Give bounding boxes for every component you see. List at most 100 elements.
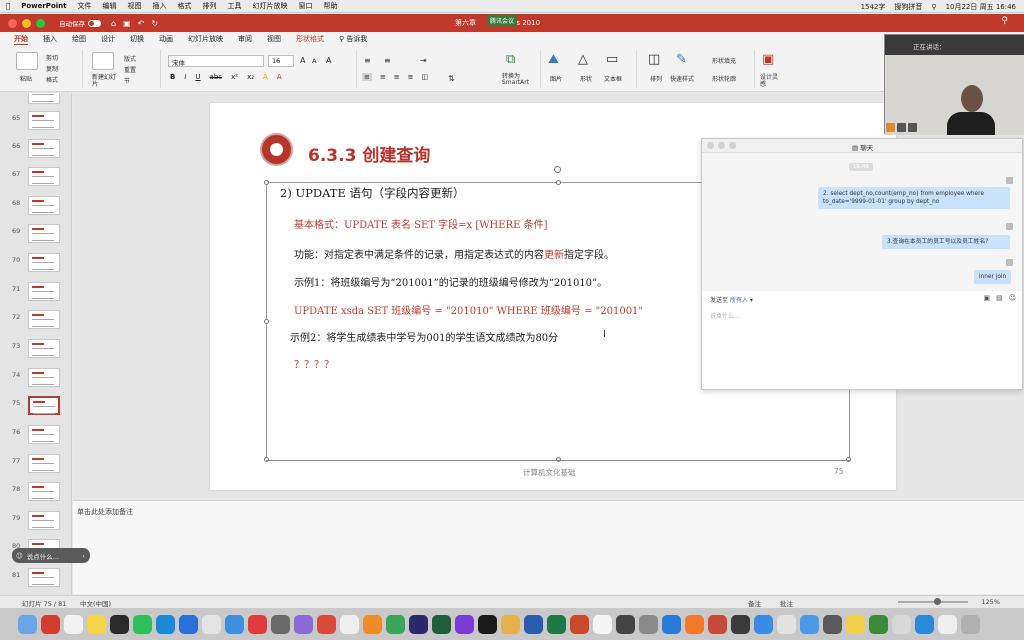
app-icon[interactable] xyxy=(639,614,658,634)
resize-handle[interactable] xyxy=(556,180,561,185)
chevron-left-icon[interactable]: ‹ xyxy=(82,552,85,560)
redo-icon[interactable]: ↻ xyxy=(151,19,158,28)
thumbnail-77[interactable]: 77 xyxy=(0,454,71,478)
app-icon[interactable] xyxy=(915,614,934,634)
notes-placeholder[interactable]: 单击此处添加备注 xyxy=(77,507,133,517)
home-icon[interactable]: ⌂ xyxy=(111,19,116,28)
subscript-button[interactable]: x₂ xyxy=(247,73,254,81)
input-method[interactable]: 搜狗拼音 xyxy=(894,2,922,12)
copy-button[interactable]: 复制 xyxy=(46,64,58,73)
indent-icon[interactable]: ⇥ xyxy=(420,56,427,65)
align-left-icon[interactable]: ≡ xyxy=(362,73,372,81)
app-icon[interactable] xyxy=(593,614,612,634)
tab-draw[interactable]: 绘图 xyxy=(72,34,86,44)
app-icon[interactable] xyxy=(501,614,520,634)
menu-file[interactable]: 文件 xyxy=(77,1,91,11)
minimize-window-button[interactable] xyxy=(22,18,31,28)
zoom-level[interactable]: 125% xyxy=(981,598,1000,606)
font-size-select[interactable]: 16 xyxy=(268,55,294,67)
justify-icon[interactable]: ≡ xyxy=(408,73,414,81)
chat-messages[interactable]: 16:45 2. select dept_no,count(emp_no) fr… xyxy=(702,153,1022,291)
minimize-chat-button[interactable] xyxy=(718,142,725,149)
close-chat-button[interactable] xyxy=(707,142,714,149)
powerpoint-icon[interactable] xyxy=(570,614,589,634)
camera-icon[interactable] xyxy=(908,123,917,132)
comment-pill[interactable]: ☺ 说点什么... ‹ xyxy=(12,548,90,563)
shape-outline-button[interactable]: 形状轮廓 xyxy=(712,74,736,83)
menu-view[interactable]: 视图 xyxy=(127,1,141,11)
notes-icon[interactable] xyxy=(87,614,106,634)
chrome-icon[interactable] xyxy=(202,614,221,634)
align-center-icon[interactable]: ≡ xyxy=(380,73,386,81)
typora-icon[interactable] xyxy=(340,614,359,634)
send-to-selector[interactable]: 发送至 所有人 ▾ xyxy=(710,295,753,304)
browser-icon[interactable] xyxy=(179,614,198,634)
microphone-icon[interactable] xyxy=(897,123,906,132)
thumbnail-66[interactable]: 66 xyxy=(0,139,71,163)
smartart-icon[interactable]: ⧉ xyxy=(506,52,515,67)
notes-pane[interactable]: 单击此处添加备注 xyxy=(73,500,1024,594)
menu-format[interactable]: 格式 xyxy=(177,1,191,11)
app-icon[interactable] xyxy=(754,614,773,634)
calendar-icon[interactable] xyxy=(64,614,83,634)
pycharm-icon[interactable] xyxy=(432,614,451,634)
tab-home[interactable]: 开始 xyxy=(14,34,28,45)
smiley-icon[interactable]: ☺ xyxy=(16,552,23,560)
paste-button[interactable] xyxy=(16,52,38,70)
tencent-meeting-icon[interactable] xyxy=(156,614,175,634)
clock[interactable]: 10月22日 周五 16:46 xyxy=(946,2,1016,12)
tab-animations[interactable]: 动画 xyxy=(159,34,173,44)
bold-button[interactable]: B xyxy=(170,73,175,81)
font-size-up-button[interactable]: A xyxy=(300,56,305,65)
thumbnail-79[interactable]: 79 xyxy=(0,511,71,535)
trash-icon[interactable] xyxy=(961,614,980,634)
font-size-down-button[interactable]: A xyxy=(312,57,316,65)
quick-styles-icon[interactable]: ✎ xyxy=(676,52,687,67)
close-window-button[interactable] xyxy=(8,18,17,28)
screenshot-icon[interactable]: ▣ xyxy=(983,294,990,302)
app-icon[interactable] xyxy=(616,614,635,634)
wechat-icon[interactable] xyxy=(133,614,152,634)
app-menu[interactable]: PowerPoint xyxy=(21,2,66,10)
tab-transitions[interactable]: 切换 xyxy=(130,34,144,44)
comments-toggle[interactable]: 批注 xyxy=(780,598,793,608)
thumbnail-75-current[interactable]: 75 xyxy=(0,396,71,420)
clear-format-button[interactable]: A xyxy=(326,56,331,65)
zoom-chat-button[interactable] xyxy=(729,142,736,149)
chat-window[interactable]: ▤ 聊天 16:45 2. select dept_no,count(emp_n… xyxy=(701,138,1023,390)
thumbnail-76[interactable]: 76 xyxy=(0,425,71,449)
thumbnail-81[interactable]: 81 xyxy=(0,568,71,592)
search-icon[interactable]: ⚲ xyxy=(1001,16,1008,26)
zoom-slider[interactable] xyxy=(898,601,968,603)
app-icon[interactable] xyxy=(892,614,911,634)
app-icon[interactable] xyxy=(317,614,336,634)
notes-toggle[interactable]: 备注 xyxy=(748,598,761,608)
autosave-toggle[interactable]: 自动保存 xyxy=(59,18,101,28)
tab-slideshow[interactable]: 幻灯片放映 xyxy=(188,34,223,44)
video-window[interactable]: 正在讲话： xyxy=(884,34,1024,135)
strikethrough-button[interactable]: abc xyxy=(210,73,223,81)
terminal-icon[interactable] xyxy=(110,614,129,634)
font-color-button[interactable]: A xyxy=(277,73,282,81)
app-icon[interactable] xyxy=(294,614,313,634)
user-settings-icon[interactable]: ☺ xyxy=(1009,294,1016,302)
music-icon[interactable] xyxy=(248,614,267,634)
zoom-slider-knob[interactable] xyxy=(934,598,941,605)
menu-edit[interactable]: 编辑 xyxy=(102,1,116,11)
chat-message[interactable]: 3.查询在本员工的员工号以及员工姓名？ xyxy=(882,235,1010,249)
language-indicator[interactable]: 中文(中国) xyxy=(80,598,111,608)
thumbnail-65[interactable]: 65 xyxy=(0,111,71,135)
app-icon[interactable] xyxy=(662,614,681,634)
thumbnail-partial[interactable] xyxy=(0,93,71,109)
app-icon[interactable] xyxy=(731,614,750,634)
arrange-icon[interactable]: ◫ xyxy=(648,52,660,67)
thumbnail-69[interactable]: 69 xyxy=(0,224,71,248)
chat-input[interactable]: 说点什么... xyxy=(710,311,740,320)
bullets-icon[interactable]: ≡ xyxy=(364,56,371,65)
slide-title[interactable]: 6.3.3 创建查询 xyxy=(308,141,430,166)
columns-icon[interactable]: ◫ xyxy=(422,73,429,81)
excel-icon[interactable] xyxy=(547,614,566,634)
user-icon[interactable] xyxy=(886,123,895,132)
app-icon[interactable] xyxy=(823,614,842,634)
smartart-button[interactable]: 转换为SmartArt xyxy=(502,74,536,86)
